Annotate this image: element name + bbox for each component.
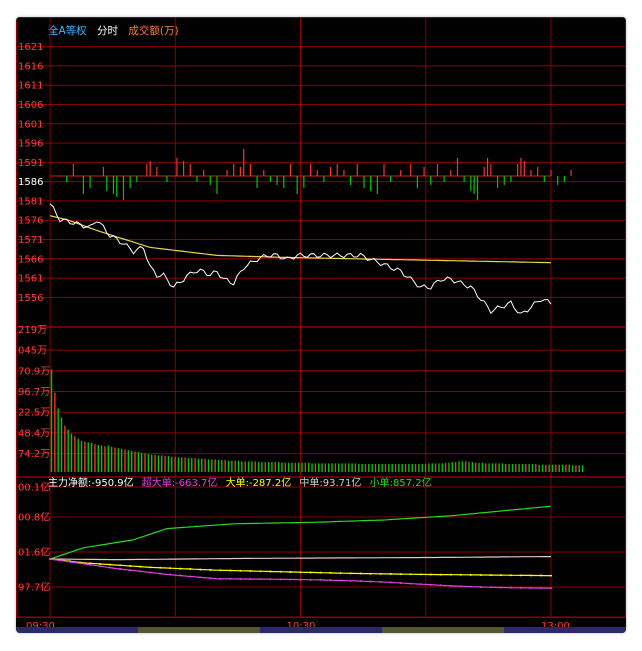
main-net-label: 主力净额:-950.9亿 (48, 478, 134, 489)
flow-tick-label: 01.6亿 (18, 546, 50, 559)
flow-tick-label: 00.1亿 (18, 481, 50, 494)
price-tick-label: 1606 (18, 100, 43, 111)
price-tick-label: 1611 (18, 81, 43, 92)
intraday-chart[interactable]: 1621 1616 1611 1606 1601 1596 1591 1586 1581 1576… (16, 17, 626, 633)
price-tick-label: 1556 (18, 293, 43, 304)
price-tick-label: 1566 (18, 254, 43, 265)
volume-tick-label: 70.9万 (18, 366, 50, 377)
flow-legend: 主力净额:-950.9亿 超大单:-663.7亿 大单:-287.2亿 中单:9… (48, 474, 437, 489)
price-tick-label: 1571 (18, 235, 43, 246)
chart-border (16, 17, 626, 618)
price-tick-label: 1581 (18, 196, 43, 207)
large-label: 大单:-287.2亿 (225, 478, 292, 489)
bottom-toolbar[interactable] (16, 627, 626, 633)
price-tick-label: 1616 (18, 61, 43, 72)
small-label: 小单:857.2亿 (369, 478, 432, 489)
medium-label: 中单:93.71亿 (299, 478, 362, 489)
volume-tick-label: 045万 (18, 346, 47, 357)
price-tick-label: 1586 (18, 177, 43, 188)
volume-tick-label: 22.5万 (18, 408, 50, 419)
volume-tick-label: 219万 (18, 325, 47, 336)
price-tick-label: 1621 (18, 42, 43, 53)
volume-tick-label: 48.4万 (18, 428, 50, 439)
flow-tick-label: 97.7亿 (18, 581, 50, 594)
chart-window: 全A等权 分时 成交额(万) 1621 1616 1611 1606 1601 1596 1… (16, 17, 626, 633)
price-tick-label: 1576 (18, 216, 43, 227)
volume-tick-label: 96.7万 (18, 387, 50, 398)
flow-tick-label: 00.8亿 (18, 511, 50, 524)
super-large-label: 超大单:-663.7亿 (141, 478, 218, 489)
price-tick-label: 1601 (18, 119, 43, 130)
price-tick-label: 1561 (18, 274, 43, 285)
price-tick-label: 1596 (18, 139, 43, 150)
volume-tick-label: 74.2万 (18, 449, 50, 460)
price-tick-label: 1591 (18, 158, 43, 169)
